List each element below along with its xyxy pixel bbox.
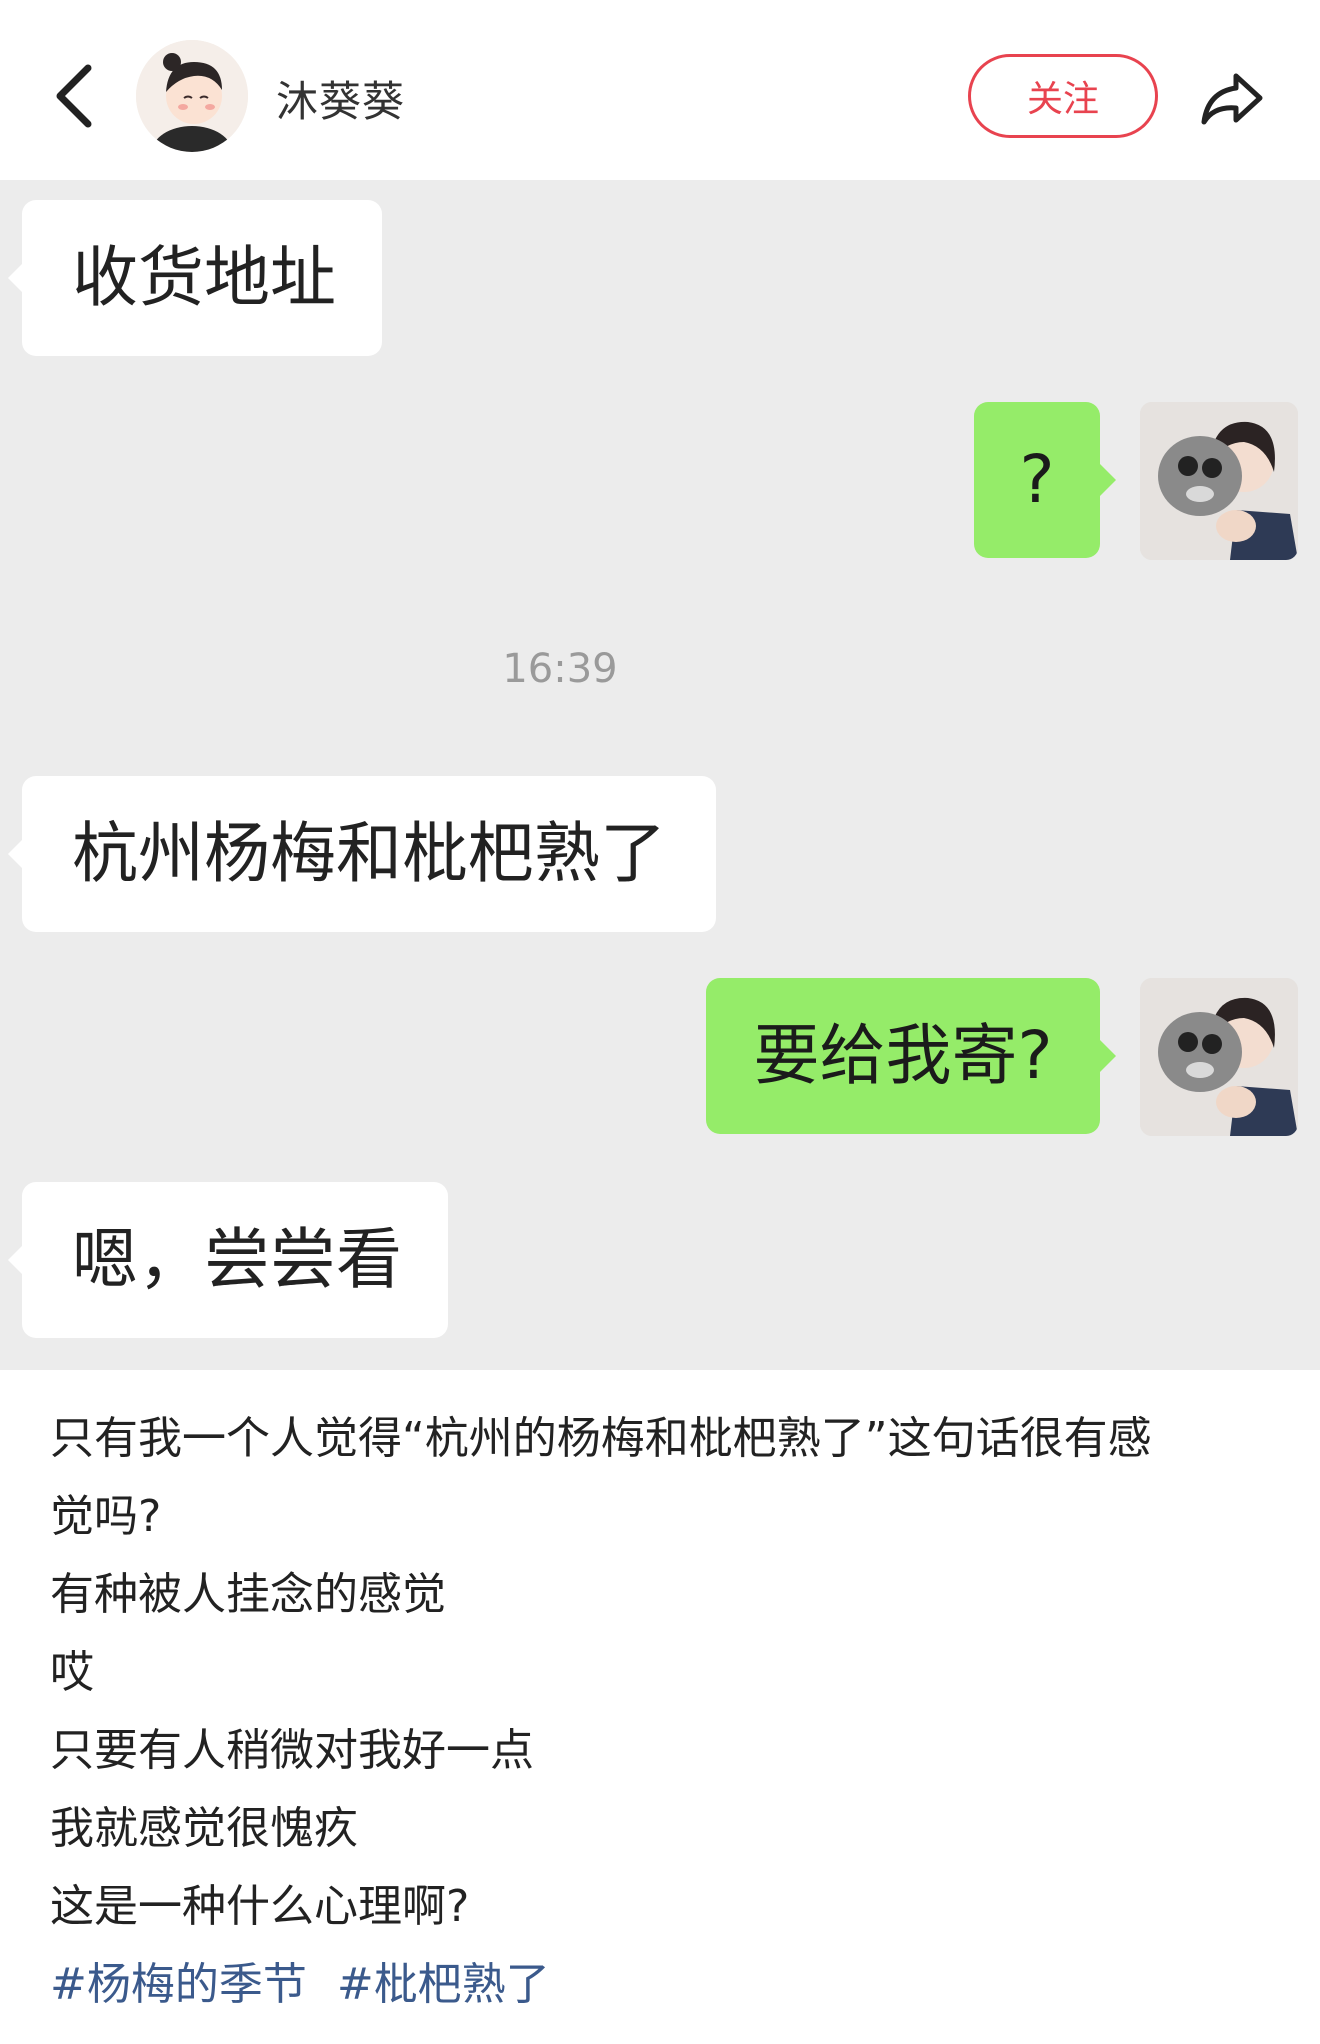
received-message-bubble: 嗯，尝尝看: [8, 1182, 448, 1338]
received-message-bubble: 收货地址: [8, 200, 382, 356]
back-button[interactable]: [44, 58, 104, 134]
author-name[interactable]: 沐葵葵: [276, 68, 405, 129]
author-avatar[interactable]: [136, 40, 248, 152]
sender-avatar: [1140, 402, 1298, 560]
sent-message-bubble: ?: [974, 402, 1116, 558]
message-text: 杭州杨梅和枇杷熟了: [72, 815, 666, 892]
received-message-bubble: 杭州杨梅和枇杷熟了: [8, 776, 716, 932]
message-text: 收货地址: [72, 239, 336, 316]
sender-avatar-photo: [1140, 402, 1298, 560]
sent-message-bubble: 要给我寄?: [706, 978, 1116, 1134]
share-arrow-icon: [1201, 73, 1263, 125]
post-line: 我就感觉很愧疚: [50, 1803, 358, 1854]
hashtag-link[interactable]: #杨梅的季节: [50, 1959, 307, 2010]
follow-button[interactable]: 关注: [968, 54, 1158, 138]
avatar-illustration: [136, 40, 248, 152]
chat-screenshot: 收货地址 ? 16:39 杭州杨梅和枇杷熟了 要给我寄? 嗯，尝尝看: [0, 180, 1320, 1370]
post-line: 哎: [50, 1647, 94, 1698]
top-bar: 沐葵葵 关注: [0, 0, 1320, 180]
message-text: 嗯，尝尝看: [72, 1221, 402, 1298]
post-line: 有种被人挂念的感觉: [50, 1569, 446, 1620]
hashtag-link[interactable]: #枇杷熟了: [337, 1959, 550, 2010]
post-hashtags: #杨梅的季节 #枇杷熟了: [50, 1946, 1280, 2024]
sender-avatar: [1140, 978, 1298, 1136]
post-body: 只有我一个人觉得“杭州的杨梅和枇杷熟了”这句话很有感 觉吗? 有种被人挂念的感觉…: [50, 1400, 1280, 2024]
post-line: 这是一种什么心理啊?: [50, 1881, 470, 1932]
message-text: 要给我寄?: [753, 1017, 1053, 1094]
message-timestamp: 16:39: [502, 646, 618, 692]
post-line: 只要有人稍微对我好一点: [50, 1725, 534, 1776]
post-line: 觉吗?: [50, 1491, 162, 1542]
chevron-left-icon: [56, 64, 92, 128]
share-button[interactable]: [1196, 62, 1268, 134]
sender-avatar-photo: [1140, 978, 1298, 1136]
post-line: 只有我一个人觉得“杭州的杨梅和枇杷熟了”这句话很有感: [50, 1413, 1152, 1464]
message-text: ?: [1019, 441, 1055, 518]
